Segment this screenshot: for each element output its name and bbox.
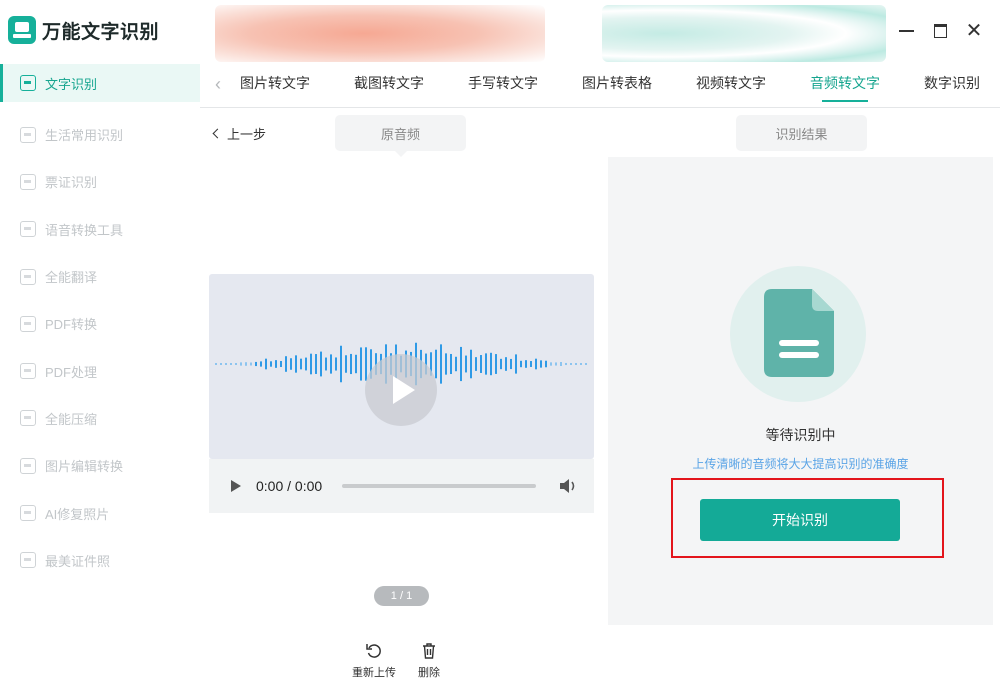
ai-repair-icon [20,505,36,522]
volume-icon[interactable] [559,478,577,494]
sidebar-item-label: 语音转换工具 [45,222,124,238]
sidebar-item-label: PDF转换 [45,317,98,333]
tab-audio-to-text[interactable]: 音频转文字 [810,73,880,102]
source-audio-label: 原音频 [335,115,466,157]
sidebar-item-label: 票证识别 [45,175,98,191]
promo-banner-left[interactable] [215,5,545,62]
sidebar-nav: 文字识别 生活常用识别 票证识别 语音转换工具 全能翻译 PDF转换 PDF处理… [0,64,200,584]
audio-progress-slider[interactable] [342,484,536,488]
result-label: 识别结果 [736,115,867,151]
minimize-button[interactable] [895,20,917,42]
back-button[interactable]: 上一步 [212,124,267,143]
sidebar-item-voice-tools[interactable]: 语音转换工具 [0,206,200,253]
sidebar-item-label: 生活常用识别 [45,128,124,144]
sidebar: 万能文字识别 文字识别 生活常用识别 票证识别 语音转换工具 全能翻译 PDF转… [0,0,200,700]
status-hint: 上传清晰的音频将大大提高识别的准确度 [692,457,909,471]
sidebar-item-life-recognition[interactable]: 生活常用识别 [0,111,200,158]
close-icon: ✕ [965,20,983,42]
sidebar-item-pdf-convert[interactable]: PDF转换 [0,300,200,347]
image-edit-icon [20,457,36,474]
sidebar-item-id-photo[interactable]: 最美证件照 [0,537,200,584]
delete-label: 删除 [418,667,440,679]
app-logo: 万能文字识别 [8,16,159,44]
document-illustration [730,266,866,402]
play-overlay-button[interactable] [365,354,437,426]
pdf-process-icon [20,363,36,380]
scanner-logo-icon [8,16,36,44]
text-scan-icon [20,75,36,91]
tab-image-to-text[interactable]: 图片转文字 [240,73,310,93]
ticket-icon [20,173,36,190]
back-label: 上一步 [227,127,267,142]
tab-handwriting-to-text[interactable]: 手写转文字 [468,73,538,93]
audio-time: 0:00 / 0:00 [256,478,323,494]
tab-video-to-text[interactable]: 视频转文字 [696,73,766,93]
sidebar-item-text-recognition[interactable]: 文字识别 [0,64,200,102]
reupload-label: 重新上传 [352,667,396,679]
sidebar-item-translate[interactable]: 全能翻译 [0,253,200,300]
app-window: 万能文字识别 文字识别 生活常用识别 票证识别 语音转换工具 全能翻译 PDF转… [0,0,1000,700]
start-recognition-button[interactable]: 开始识别 [700,499,900,541]
sidebar-item-image-edit[interactable]: 图片编辑转换 [0,442,200,489]
sidebar-item-label: PDF处理 [45,364,98,380]
tab-image-to-table[interactable]: 图片转表格 [582,73,652,93]
chevron-left-icon [212,128,223,139]
audio-waveform-panel [209,274,594,459]
promo-banner-right[interactable] [602,5,886,62]
app-title: 万能文字识别 [42,21,160,43]
maximize-button[interactable] [929,20,951,42]
voice-icon [20,221,36,238]
sidebar-item-label: 全能翻译 [45,270,98,286]
sidebar-item-label: AI修复照片 [45,506,110,522]
audio-player: 0:00 / 0:00 [209,459,594,513]
tab-screenshot-to-text[interactable]: 截图转文字 [354,73,424,93]
sidebar-item-ticket-recognition[interactable]: 票证识别 [0,158,200,205]
document-icon [764,289,834,377]
life-scan-icon [20,126,36,143]
sidebar-item-label: 全能压缩 [45,411,98,427]
translate-icon [20,268,36,285]
reupload-button[interactable]: 重新上传 [352,642,396,680]
tabs-prev-button[interactable]: ‹ [215,74,221,95]
compress-icon [20,410,36,427]
audio-play-button[interactable] [231,480,241,492]
sidebar-item-label: 文字识别 [45,76,98,92]
status-title: 等待识别中 [765,427,836,443]
sidebar-item-ai-repair[interactable]: AI修复照片 [0,489,200,536]
close-button[interactable]: ✕ [963,20,985,42]
id-photo-icon [20,552,36,569]
trash-icon [423,643,435,659]
sidebar-item-label: 图片编辑转换 [45,459,124,475]
delete-button[interactable]: 删除 [418,642,440,680]
sidebar-item-label: 最美证件照 [45,553,111,569]
sidebar-item-pdf-process[interactable]: PDF处理 [0,347,200,394]
pdf-convert-icon [20,315,36,332]
refresh-icon [366,644,381,658]
sidebar-item-compress[interactable]: 全能压缩 [0,395,200,442]
feature-tabs: ‹ 图片转文字 截图转文字 手写转文字 图片转表格 视频转文字 音频转文字 数字… [200,64,1000,108]
tab-number-recognition[interactable]: 数字识别 [924,73,980,93]
page-indicator: 1 / 1 [374,586,429,606]
